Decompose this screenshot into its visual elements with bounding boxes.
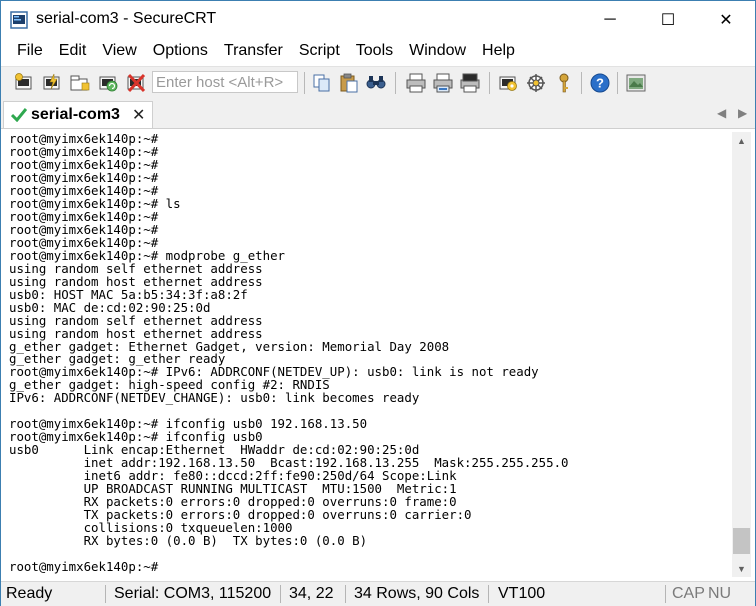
print-selection-icon[interactable] bbox=[432, 72, 454, 94]
close-icon: ✕ bbox=[719, 12, 733, 29]
status-divider bbox=[345, 585, 346, 603]
toolbar: ? bbox=[1, 66, 755, 100]
maximize-button[interactable]: ☐ bbox=[639, 1, 697, 39]
terminal-line: root@myimx6ek140p:~# bbox=[9, 156, 159, 172]
terminal-line: using random host ethernet address bbox=[9, 273, 263, 289]
securecrt-window: serial-com3 - SecureCRT ─ ☐ ✕ File Edit … bbox=[0, 0, 756, 606]
terminal-line: root@myimx6ek140p:~# modprobe g_ether bbox=[9, 247, 286, 263]
connect-in-tab-icon[interactable] bbox=[69, 72, 91, 94]
terminal-line: root@myimx6ek140p:~# bbox=[9, 143, 159, 159]
minimize-icon: ─ bbox=[604, 11, 616, 28]
scrollbar-thumb[interactable] bbox=[733, 528, 750, 554]
menu-script[interactable]: Script bbox=[291, 39, 348, 65]
menu-tools[interactable]: Tools bbox=[348, 39, 401, 65]
menu-transfer[interactable]: Transfer bbox=[216, 39, 291, 65]
menu-view[interactable]: View bbox=[94, 39, 144, 65]
minimize-button[interactable]: ─ bbox=[581, 1, 639, 39]
terminal-line: root@myimx6ek140p:~# bbox=[9, 221, 159, 237]
enter-host-input[interactable] bbox=[152, 71, 298, 93]
scroll-down-icon[interactable]: ▼ bbox=[732, 560, 751, 577]
menu-edit[interactable]: Edit bbox=[51, 39, 95, 65]
terminal-line: using random self ethernet address bbox=[9, 312, 263, 328]
status-bar: Ready Serial: COM3, 115200 34, 22 34 Row… bbox=[1, 581, 755, 606]
status-connection: Serial: COM3, 115200 bbox=[114, 585, 272, 602]
status-terminal-size: 34 Rows, 90 Cols bbox=[354, 585, 480, 602]
terminal-scrollbar[interactable]: ▲ ▼ bbox=[732, 132, 751, 577]
copy-icon[interactable] bbox=[311, 72, 333, 94]
toolbar-separator bbox=[489, 72, 490, 94]
close-button[interactable]: ✕ bbox=[697, 1, 755, 39]
find-icon[interactable] bbox=[365, 72, 387, 94]
print-icon[interactable] bbox=[405, 72, 427, 94]
menu-window[interactable]: Window bbox=[401, 39, 474, 65]
status-caps-lock: CAP bbox=[672, 585, 705, 602]
terminal-line: usb0: MAC de:cd:02:90:25:0d bbox=[9, 299, 211, 315]
terminal-line: using random self ethernet address bbox=[9, 260, 263, 276]
terminal-screen[interactable]: root@myimx6ek140p:~# root@myimx6ek140p:~… bbox=[7, 132, 731, 576]
connect-icon[interactable] bbox=[13, 72, 35, 94]
status-divider bbox=[280, 585, 281, 603]
tab-close-icon[interactable]: ✕ bbox=[132, 105, 145, 125]
status-divider bbox=[105, 585, 106, 603]
terminal-line: root@myimx6ek140p:~# ls bbox=[9, 195, 181, 211]
tab-scroll-left-icon[interactable]: ◀ bbox=[717, 106, 726, 120]
window-title: serial-com3 - SecureCRT bbox=[36, 10, 217, 27]
terminal-line: root@myimx6ek140p:~# bbox=[9, 558, 159, 574]
status-ready: Ready bbox=[6, 585, 53, 602]
terminal-line: using random host ethernet address bbox=[9, 325, 263, 341]
tab-label: serial-com3 bbox=[31, 106, 120, 123]
session-options-icon[interactable] bbox=[497, 72, 519, 94]
status-divider bbox=[488, 585, 489, 603]
terminal-line: RX bytes:0 (0.0 B) TX bytes:0 (0.0 B) bbox=[9, 533, 368, 549]
disconnect-icon[interactable] bbox=[125, 72, 147, 94]
terminal-line: usb0: HOST MAC 5a:b5:34:3f:a8:2f bbox=[9, 286, 248, 302]
terminal-line: root@myimx6ek140p:~# bbox=[9, 169, 159, 185]
tab-serial-com3[interactable]: serial-com3 ✕ bbox=[3, 101, 153, 128]
status-num-lock: NU bbox=[708, 585, 732, 602]
print-screen-icon[interactable] bbox=[459, 72, 481, 94]
menu-options[interactable]: Options bbox=[145, 39, 216, 65]
about-icon[interactable] bbox=[625, 72, 647, 94]
reconnect-icon[interactable] bbox=[97, 72, 119, 94]
status-emulation: VT100 bbox=[498, 585, 546, 602]
paste-icon[interactable] bbox=[338, 72, 360, 94]
title-bar: serial-com3 - SecureCRT ─ ☐ ✕ bbox=[1, 1, 755, 39]
menu-bar: File Edit View Options Transfer Script T… bbox=[1, 39, 755, 65]
toolbar-separator bbox=[617, 72, 618, 94]
svg-text:?: ? bbox=[596, 76, 604, 91]
global-options-icon[interactable] bbox=[525, 72, 547, 94]
securecrt-app-icon bbox=[10, 11, 28, 29]
help-icon[interactable]: ? bbox=[589, 72, 611, 94]
toolbar-separator bbox=[304, 72, 305, 94]
toolbar-separator bbox=[395, 72, 396, 94]
status-divider bbox=[665, 585, 666, 603]
scroll-up-icon[interactable]: ▲ bbox=[732, 132, 751, 149]
session-tab-bar: serial-com3 ✕ ◀ ▶ bbox=[1, 99, 755, 129]
terminal-line: IPv6: ADDRCONF(NETDEV_CHANGE): usb0: lin… bbox=[9, 390, 420, 406]
maximize-icon: ☐ bbox=[660, 12, 676, 29]
terminal-line: root@myimx6ek140p:~# bbox=[9, 234, 159, 250]
keymap-icon[interactable] bbox=[553, 72, 575, 94]
terminal-line: root@myimx6ek140p:~# bbox=[9, 182, 159, 198]
terminal-line: root@myimx6ek140p:~# bbox=[9, 208, 159, 224]
check-icon bbox=[11, 108, 27, 122]
toolbar-separator bbox=[581, 72, 582, 94]
quick-connect-icon[interactable] bbox=[41, 72, 63, 94]
menu-help[interactable]: Help bbox=[474, 39, 523, 65]
status-cursor-position: 34, 22 bbox=[289, 585, 334, 602]
menu-file[interactable]: File bbox=[9, 39, 51, 65]
tab-scroll-right-icon[interactable]: ▶ bbox=[738, 106, 747, 120]
